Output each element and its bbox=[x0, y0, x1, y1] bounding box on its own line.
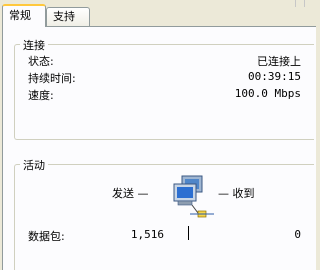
activity-group bbox=[14, 164, 314, 270]
window-edge bbox=[295, 0, 305, 7]
sent-label: 发送 — bbox=[112, 187, 149, 200]
duration-label: 持续时间: bbox=[28, 72, 76, 85]
received-label: — 收到 bbox=[218, 187, 255, 200]
status-label: 状态: bbox=[28, 55, 54, 68]
sent-packets-value: 1,516 bbox=[130, 228, 164, 241]
activity-group-title: 活动 bbox=[20, 157, 48, 173]
activity-divider bbox=[188, 226, 189, 240]
speed-value: 100.0 Mbps bbox=[234, 87, 301, 100]
received-packets-value: 0 bbox=[294, 228, 301, 241]
tab-general[interactable]: 常规 bbox=[2, 4, 46, 27]
packets-label: 数据包: bbox=[28, 230, 65, 243]
network-computers-icon bbox=[173, 175, 214, 218]
speed-label: 速度: bbox=[28, 89, 54, 102]
connection-group-title: 连接 bbox=[20, 37, 48, 53]
tab-support[interactable]: 支持 bbox=[46, 7, 90, 26]
tab-bar: 常规 支持 bbox=[0, 0, 319, 27]
duration-value: 00:39:15 bbox=[248, 70, 301, 83]
status-value: 已连接上 bbox=[257, 55, 301, 68]
